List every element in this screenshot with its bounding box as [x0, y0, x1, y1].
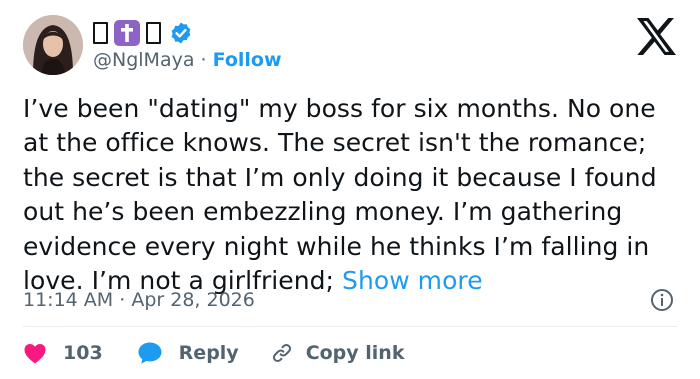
- latin-cross-emoji: ✝: [114, 20, 140, 46]
- like-button[interactable]: 103: [23, 342, 103, 364]
- tweet-time: 11:14 AM: [23, 289, 114, 311]
- reply-button[interactable]: Reply: [137, 341, 239, 365]
- tweet-line: I’ve been "dating" my boss for six month…: [23, 94, 656, 123]
- handle-row: @NglMaya · Follow: [93, 48, 282, 72]
- tweet-line: at the office knows. The secret isn't th…: [23, 128, 647, 158]
- verified-badge-icon: [171, 22, 191, 44]
- link-icon: [272, 343, 291, 363]
- copy-link-label: Copy link: [305, 342, 405, 364]
- show-more-link[interactable]: Show more: [342, 266, 483, 295]
- speech-bubble-icon: [138, 342, 162, 364]
- tweet-card: □ ✝ □ @NglMaya · Follow I’ve been "datin…: [0, 0, 700, 379]
- tweet-line: out he’s been embezzling money. I’m gath…: [23, 197, 623, 227]
- action-bar: 103 Reply Copy link: [23, 339, 404, 367]
- x-logo-icon[interactable]: [636, 18, 676, 55]
- cross-icon: [121, 24, 133, 42]
- tweet-date: Apr 28, 2026: [131, 289, 255, 311]
- avatar-photo: [23, 15, 83, 75]
- heart-icon: [24, 344, 46, 364]
- reply-label: Reply: [178, 342, 239, 364]
- handle[interactable]: @NglMaya: [93, 49, 194, 71]
- display-name[interactable]: □ ✝ □: [93, 18, 193, 48]
- separator-dot: ·: [119, 289, 126, 311]
- copy-link-button[interactable]: Copy link: [271, 342, 405, 364]
- separator-dot: ·: [200, 49, 207, 71]
- divider: [23, 326, 677, 327]
- avatar[interactable]: [23, 15, 83, 75]
- tweet-text: I’ve been "dating" my boss for six month…: [23, 92, 683, 298]
- timestamp-row[interactable]: 11:14 AM · Apr 28, 2026: [23, 288, 255, 312]
- name-glyph-box-2: □: [146, 22, 161, 44]
- like-count: 103: [63, 342, 103, 364]
- tweet-line: evidence every night while he thinks I’m…: [23, 231, 650, 261]
- info-icon[interactable]: [650, 288, 674, 312]
- follow-button[interactable]: Follow: [213, 49, 282, 71]
- name-glyph-box-1: □: [93, 22, 108, 44]
- tweet-line: the secret is that I’m only doing it bec…: [23, 162, 657, 192]
